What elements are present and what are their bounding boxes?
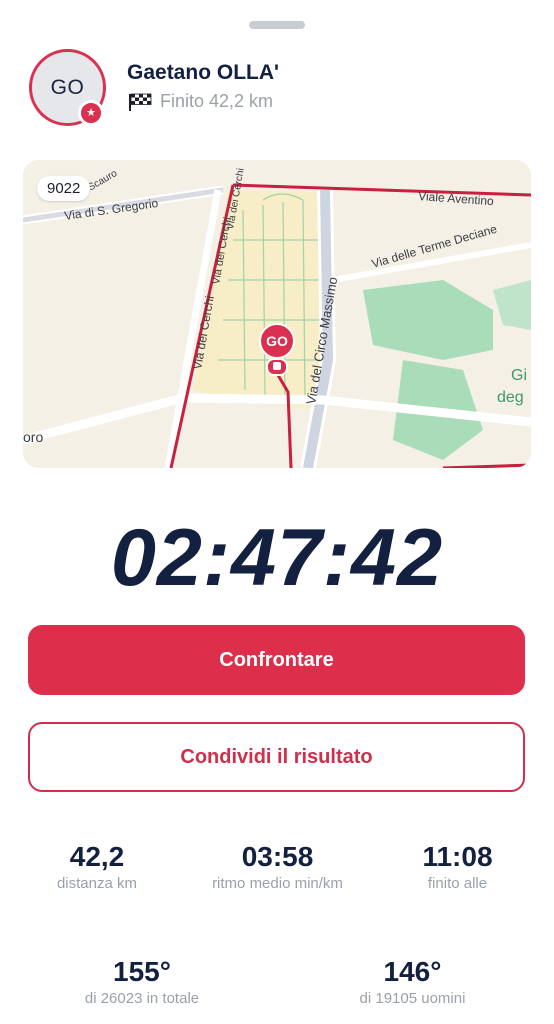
- share-result-button[interactable]: Condividi il risultato: [28, 722, 525, 792]
- avatar-initials: GO: [50, 75, 85, 99]
- stat-pace: 03:58 ritmo medio min/km: [190, 840, 365, 894]
- stat-pace-label: ritmo medio min/km: [212, 875, 343, 892]
- stat-overall-rank: 155° di 26023 in totale: [52, 955, 232, 1009]
- sheet-drag-handle[interactable]: [249, 21, 305, 29]
- street-label: oro: [23, 429, 43, 445]
- compare-button[interactable]: Confrontare: [28, 625, 525, 695]
- runner-status: Finito 42,2 km: [128, 91, 273, 112]
- stat-distance-label: distanza km: [56, 875, 138, 892]
- stat-finished-at: 11:08 finito alle: [390, 840, 525, 894]
- stat-overall-rank-value: 155°: [113, 956, 171, 987]
- stat-distance: 42,2 distanza km: [28, 840, 166, 894]
- stat-gender-rank: 146° di 19105 uomini: [325, 955, 500, 1009]
- star-badge-icon: ★: [78, 100, 104, 126]
- map-canvas: GO Via di S. Gregorio Via dei Cerchi Via…: [23, 160, 531, 468]
- bib-number-badge: 9022: [37, 176, 91, 201]
- stat-finished-at-value: 11:08: [422, 841, 493, 872]
- checkered-flag-icon: [129, 93, 152, 111]
- stat-gender-rank-value: 146°: [383, 956, 442, 987]
- stat-overall-rank-label: di 26023 in totale: [84, 990, 200, 1007]
- route-map[interactable]: GO Via di S. Gregorio Via dei Cerchi Via…: [23, 160, 531, 468]
- stat-distance-value: 42,2: [69, 841, 125, 872]
- poi-label: Gi: [511, 367, 527, 384]
- poi-label: deg: [497, 389, 524, 406]
- runner-name: Gaetano OLLA': [127, 61, 280, 84]
- stat-pace-value: 03:58: [241, 841, 314, 872]
- map-marker-label: GO: [266, 333, 288, 349]
- runner-status-text: Finito 42,2 km: [160, 91, 274, 111]
- finish-time: 02:47:42: [110, 513, 444, 603]
- stat-finished-at-label: finito alle: [427, 875, 488, 892]
- stat-gender-rank-label: di 19105 uomini: [359, 990, 466, 1007]
